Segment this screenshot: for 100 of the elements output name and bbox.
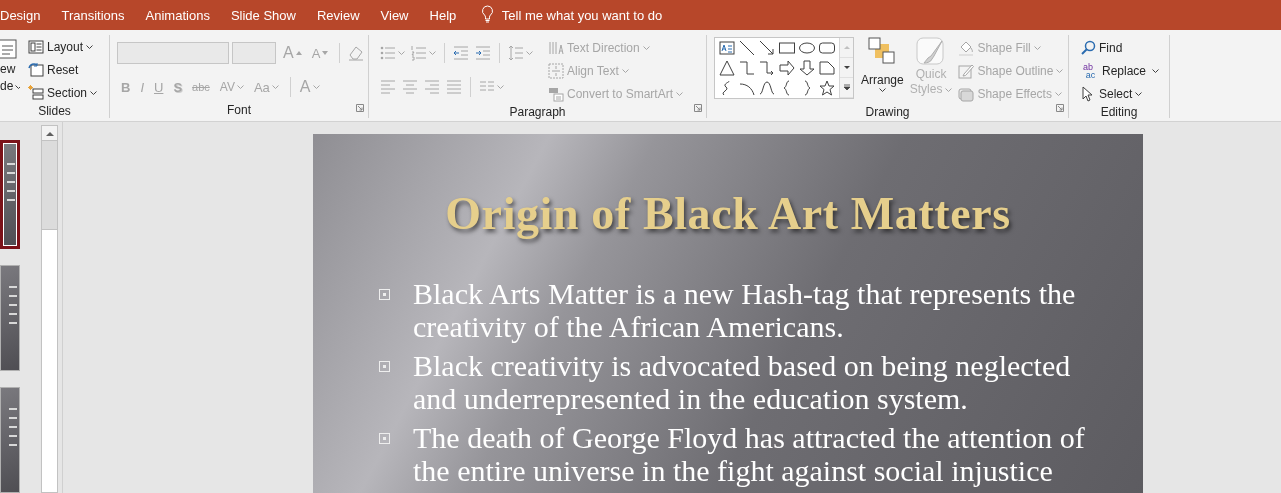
decrease-indent-icon: [453, 45, 469, 61]
caret-down-icon: [842, 64, 851, 71]
smartart-icon: [548, 85, 564, 102]
dialog-launcher-icon[interactable]: [694, 104, 702, 112]
triangle-icon[interactable]: [719, 60, 735, 76]
caret-icon: [1152, 68, 1160, 73]
arc-icon[interactable]: [739, 80, 755, 96]
bullet-icon: [379, 289, 390, 300]
star-icon[interactable]: [819, 80, 835, 96]
caret-icon: [878, 88, 886, 92]
bullet-text: The death of George Floyd has attracted the attention of the entire universe in the fight against social injustice: [413, 421, 1086, 487]
oval-icon[interactable]: [799, 40, 815, 56]
group-label: Drawing: [865, 105, 910, 119]
search-icon: [1080, 39, 1096, 56]
align-right-icon: [424, 79, 440, 95]
pencil-icon: [958, 62, 975, 79]
command-button[interactable]: Section: [25, 81, 101, 104]
slide-title: Origin of Black Art Matters: [444, 189, 1012, 239]
overlapping-squares-icon: [868, 37, 897, 65]
layout-icon: [28, 38, 44, 55]
command-button[interactable]: Select: [1077, 82, 1163, 105]
caret-up-icon: [842, 44, 851, 51]
caret-up-icon: [295, 51, 302, 55]
caret-icon: [236, 85, 244, 89]
section-icon: [28, 84, 44, 101]
group-label: Editing: [1100, 105, 1138, 119]
text-box-icon[interactable]: [719, 40, 735, 56]
new-slide-button[interactable]: ew de: [0, 37, 20, 104]
ribbon-tab[interactable]: Animations: [135, 1, 221, 29]
caret-icon: [312, 85, 320, 89]
slide-thumbnail[interactable]: [0, 265, 20, 372]
numbering-icon: [411, 45, 427, 61]
caret-down-icon: [322, 51, 329, 55]
scroll-up-button[interactable]: [42, 126, 57, 141]
caret-icon: [90, 90, 98, 95]
gallery-down-button[interactable]: [840, 58, 853, 78]
group-label: Font: [227, 103, 251, 118]
paintbrush-icon: [916, 37, 947, 67]
rounded-rectangle-icon[interactable]: [819, 40, 835, 56]
ribbon-tab[interactable]: Help: [419, 1, 467, 29]
caret-icon: [621, 68, 629, 73]
justify-icon: [446, 79, 462, 95]
lightbulb-icon: [480, 4, 494, 23]
align-left-icon: [380, 79, 396, 95]
bullet-icon: [379, 361, 390, 372]
group-label: Paragraph: [509, 105, 566, 119]
bullet-text: Black Arts Matter is a new Hash-tag that represents the creativity of the African Americans.: [413, 277, 1077, 343]
caret-icon: [429, 51, 436, 55]
line-icon[interactable]: [739, 40, 755, 56]
caret-icon: [1056, 68, 1064, 73]
caret-icon: [642, 45, 650, 50]
bullet-icon: [379, 433, 390, 444]
slide-thumbnail[interactable]: [0, 387, 20, 493]
text-direction-icon: [548, 39, 564, 56]
caret-icon: [86, 44, 94, 49]
gallery-more-button[interactable]: [840, 78, 853, 98]
command-button[interactable]: Find: [1077, 36, 1163, 59]
caret-icon: [676, 91, 684, 96]
bullet-text: Black creativity is advocated based on being neglected and underrepresented in the education system.: [413, 349, 1072, 415]
ribbon-tab[interactable]: Design: [0, 1, 51, 29]
caret-icon: [15, 84, 20, 89]
paint-bucket-icon: [958, 39, 975, 56]
elbow-arrow-icon[interactable]: [759, 60, 775, 76]
curve-icon[interactable]: [759, 80, 775, 96]
caret-icon: [1054, 91, 1062, 96]
shape-effects-icon: [958, 85, 975, 102]
scrollbar[interactable]: [41, 125, 58, 493]
command-button[interactable]: Reset: [25, 58, 101, 81]
down-arrow-icon[interactable]: [799, 60, 815, 76]
dialog-launcher-icon[interactable]: [356, 104, 364, 112]
slide-thumbnail[interactable]: [0, 140, 20, 250]
ribbon-tab[interactable]: Review: [306, 1, 371, 29]
caret-icon: [497, 85, 504, 89]
font-size-field[interactable]: [232, 42, 276, 64]
caret-up-icon: [45, 130, 54, 136]
reset-icon: [28, 61, 44, 78]
tell-me-search-field[interactable]: Tell me what you want to do: [501, 3, 702, 27]
replace-icon: ab ac: [1080, 62, 1096, 79]
increase-indent-icon: [475, 45, 491, 61]
group-label: Slides: [38, 104, 71, 118]
caret-icon: [1135, 91, 1143, 96]
line-spacing-icon: [508, 45, 524, 61]
expand-icon: [842, 84, 851, 91]
rectangle-icon[interactable]: [779, 40, 795, 56]
shape-gallery[interactable]: [714, 37, 854, 99]
dialog-launcher-icon[interactable]: [1056, 104, 1064, 112]
center-icon: [402, 79, 418, 95]
ribbon-tab[interactable]: Transitions: [50, 1, 136, 29]
caret-icon: [398, 51, 405, 55]
ribbon-tab[interactable]: Slide Show: [220, 1, 307, 29]
eraser-icon: [348, 45, 365, 61]
command-button[interactable]: Layout: [25, 35, 101, 58]
bullets-icon: [380, 45, 396, 61]
arrange-button[interactable]: Arrange: [858, 35, 907, 105]
arrow-line-icon[interactable]: [759, 40, 775, 56]
scrollbar-thumb[interactable]: [42, 229, 57, 492]
ribbon-tab[interactable]: View: [370, 1, 419, 29]
right-arrow-icon[interactable]: [779, 60, 795, 76]
caret-icon: [271, 85, 279, 89]
flowchart-shape-icon[interactable]: [819, 60, 835, 76]
